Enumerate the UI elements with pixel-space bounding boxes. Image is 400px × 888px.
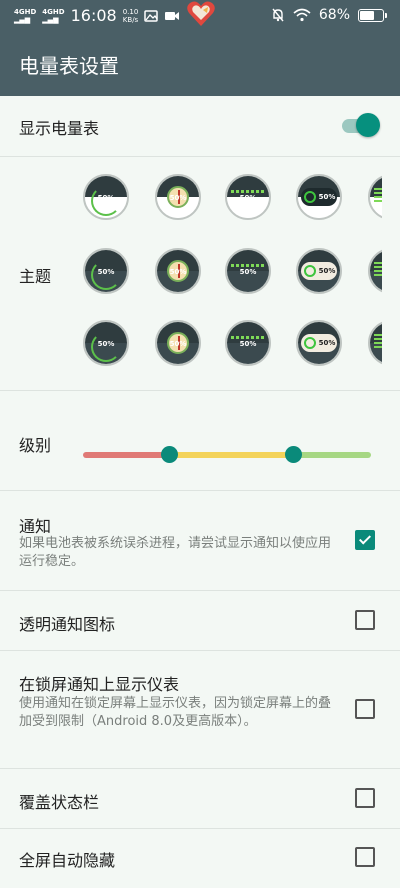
show-meter-row[interactable]: 显示电量表: [0, 96, 400, 157]
theme-arc-white[interactable]: 50%: [83, 174, 129, 220]
gauge-percent: 50%: [239, 340, 257, 348]
lockscreen-row[interactable]: 在锁屏通知上显示仪表 使用通知在锁定屏幕上显示仪表，因为锁定屏幕上的叠加受到限制…: [0, 650, 400, 769]
mute-icon: [272, 8, 284, 22]
transparent-icon-checkbox[interactable]: [355, 610, 375, 630]
cover-status-bar-row[interactable]: 覆盖状态栏: [0, 768, 400, 829]
theme-needle-slate[interactable]: 50%: [155, 320, 201, 366]
gauge-percent: 50%: [318, 267, 336, 275]
theme-ring-slate[interactable]: 50%: [296, 320, 342, 366]
heart-badge-icon: [187, 1, 215, 27]
fullscreen-hide-checkbox[interactable]: [355, 847, 375, 867]
battery-icon: [358, 8, 387, 22]
theme-ring-white[interactable]: 50%: [296, 174, 342, 220]
gauge-percent: 50%: [97, 194, 115, 202]
gauge-percent: 50%: [239, 268, 257, 276]
image-icon: [144, 9, 159, 22]
app-bar: 电量表设置: [0, 32, 400, 96]
theme-needle-white[interactable]: 50%: [155, 174, 201, 220]
theme-grid-white[interactable]: 50%: [368, 174, 382, 220]
lockscreen-description: 使用通知在锁定屏幕上显示仪表，因为锁定屏幕上的叠加受到限制（Android 8.…: [19, 696, 332, 729]
theme-ring-dark[interactable]: 50%: [296, 248, 342, 294]
level-bar-high: [293, 452, 371, 458]
notification-label: 通知: [19, 517, 52, 536]
gauge-percent: 50%: [239, 194, 257, 202]
cover-status-bar-label: 覆盖状态栏: [19, 793, 100, 812]
gauge-percent: 50%: [169, 268, 187, 276]
show-meter-toggle[interactable]: [342, 113, 380, 139]
transparent-icon-row[interactable]: 透明通知图标: [0, 590, 400, 651]
gauge-percent: 50%: [97, 340, 115, 348]
notification-row[interactable]: 通知 如果电池表被系统误杀进程，请尝试显示通知以使应用运行稳定。: [0, 490, 400, 591]
video-icon: [165, 11, 180, 20]
level-bar-mid: [169, 452, 294, 458]
wifi-icon: [293, 8, 311, 22]
signal-indicator-2: 4GHD ▂▄▆: [42, 7, 65, 24]
gauge-percent: 50%: [318, 339, 336, 347]
theme-grid-dark[interactable]: 50%: [368, 248, 382, 294]
notification-description: 如果电池表被系统误杀进程，请尝试显示通知以使应用运行稳定。: [19, 536, 332, 569]
theme-grid: 50% 50% 50% 50% 50% 50% 50% 50% 50% 50% 50% 50% 50% 5…: [80, 172, 382, 386]
notification-checkbox[interactable]: [355, 530, 375, 550]
gauge-percent: 50%: [97, 268, 115, 276]
gauge-percent: 50%: [370, 340, 382, 348]
theme-arc-dark[interactable]: 50%: [83, 248, 129, 294]
gauge-percent: 50%: [318, 193, 336, 201]
battery-percent: 68%: [318, 7, 350, 23]
cover-status-bar-checkbox[interactable]: [355, 788, 375, 808]
theme-bar-white[interactable]: 50%: [225, 174, 271, 220]
lockscreen-label: 在锁屏通知上显示仪表: [19, 675, 180, 694]
theme-grid-slate[interactable]: 50%: [368, 320, 382, 366]
network-speed: 0.10 KB/s: [122, 7, 139, 24]
theme-label: 主题: [19, 267, 52, 286]
theme-needle-dark[interactable]: 50%: [155, 248, 201, 294]
gauge-percent: 50%: [370, 194, 382, 202]
page-title: 电量表设置: [19, 54, 119, 78]
status-bar-right: 68%: [271, 7, 387, 23]
level-bar-low: [83, 452, 170, 458]
level-row: 级别: [0, 390, 400, 491]
lockscreen-checkbox[interactable]: [355, 699, 375, 719]
status-bar-left: 4GHD ▂▄▆ 4GHD ▂▄▆ 16:08 0.10 KB/s: [14, 6, 180, 25]
theme-arc-slate[interactable]: 50%: [83, 320, 129, 366]
fullscreen-hide-label: 全屏自动隐藏: [19, 851, 116, 870]
gauge-percent: 50%: [370, 268, 382, 276]
transparent-icon-label: 透明通知图标: [19, 615, 116, 634]
clock: 16:08: [70, 6, 117, 25]
theme-bar-slate[interactable]: 50%: [225, 320, 271, 366]
level-label: 级别: [19, 436, 52, 455]
theme-bar-dark[interactable]: 50%: [225, 248, 271, 294]
gauge-percent: 50%: [169, 194, 187, 202]
gauge-percent: 50%: [169, 340, 187, 348]
fullscreen-hide-row[interactable]: 全屏自动隐藏: [0, 828, 400, 888]
signal-indicator-1: 4GHD ▂▄▆: [14, 7, 37, 24]
show-meter-label: 显示电量表: [19, 119, 100, 138]
